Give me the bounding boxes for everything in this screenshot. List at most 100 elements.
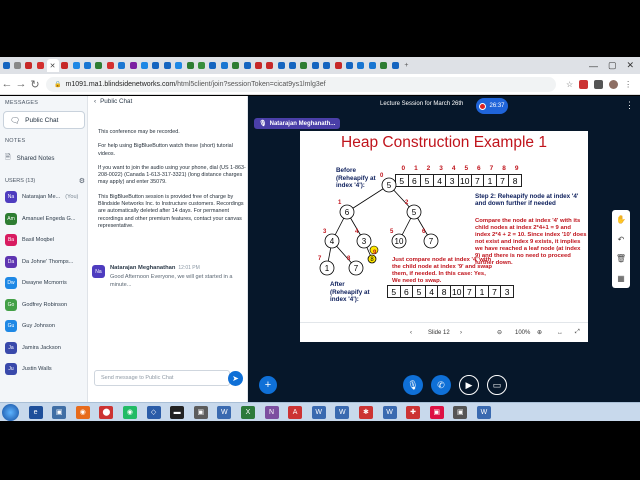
- recording-indicator[interactable]: 26:37: [476, 98, 508, 114]
- browser-tab[interactable]: [344, 59, 354, 72]
- slide-number[interactable]: Slide 12: [428, 330, 450, 336]
- browser-tab[interactable]: [139, 59, 149, 72]
- taskbar-app-icon[interactable]: ▬: [170, 405, 185, 419]
- back-icon[interactable]: ←: [0, 78, 14, 90]
- browser-tab[interactable]: [287, 59, 297, 72]
- browser-tab[interactable]: [208, 59, 218, 72]
- taskbar-app-icon[interactable]: ▣: [453, 405, 468, 419]
- user-list-item[interactable]: Go Godfrey Robinson: [5, 297, 87, 313]
- forward-icon[interactable]: →: [14, 78, 28, 90]
- share-screen-button[interactable]: ▭: [487, 375, 507, 395]
- browser-tab[interactable]: [265, 59, 275, 72]
- user-list-item[interactable]: Gu Guy Johnson: [5, 318, 87, 334]
- user-list-item[interactable]: Dw Dwayne Mcmorris: [5, 275, 87, 291]
- new-tab-button[interactable]: +: [401, 59, 411, 72]
- browser-tab[interactable]: [219, 59, 229, 72]
- user-list-item[interactable]: Ju Justin Walls: [5, 361, 87, 377]
- options-menu-icon[interactable]: ⋮: [625, 100, 634, 111]
- prev-slide-button[interactable]: ‹: [410, 330, 412, 336]
- taskbar-app-icon[interactable]: ✱: [358, 405, 373, 419]
- fit-width-button[interactable]: ↔: [557, 330, 563, 336]
- browser-tab[interactable]: [151, 59, 161, 72]
- browser-tab[interactable]: [242, 59, 252, 72]
- hand-tool-icon[interactable]: ✋: [616, 215, 626, 224]
- camera-button[interactable]: ▶: [459, 375, 479, 395]
- zoom-level[interactable]: 100%: [515, 330, 530, 336]
- trash-icon[interactable]: 🗑: [616, 254, 626, 263]
- browser-tab[interactable]: [356, 59, 366, 72]
- zoom-in-button[interactable]: ⊕: [537, 329, 542, 336]
- star-icon[interactable]: ☆: [566, 80, 573, 89]
- taskbar-app-icon[interactable]: W: [382, 405, 397, 419]
- start-button[interactable]: [2, 403, 19, 421]
- browser-tab[interactable]: [333, 59, 343, 72]
- taskbar-app-icon[interactable]: W: [217, 405, 232, 419]
- browser-tab[interactable]: [367, 59, 377, 72]
- chevron-left-icon[interactable]: ‹: [94, 98, 96, 105]
- shared-notes-item[interactable]: 🗎 Shared Notes: [5, 153, 54, 164]
- taskbar-app-icon[interactable]: W: [476, 405, 491, 419]
- taskbar-app-icon[interactable]: A: [288, 405, 303, 419]
- taskbar-app-icon[interactable]: ▣: [52, 405, 67, 419]
- close-window-button[interactable]: ✕: [626, 60, 634, 71]
- browser-tab[interactable]: [253, 59, 263, 72]
- send-button[interactable]: ➤: [228, 371, 243, 386]
- browser-tab[interactable]: [35, 59, 45, 72]
- taskbar-app-icon[interactable]: ◉: [75, 405, 90, 419]
- browser-tab[interactable]: [24, 59, 34, 72]
- settings-icon[interactable]: ⚙: [79, 177, 85, 185]
- maximize-window-button[interactable]: ▢: [608, 60, 617, 71]
- actions-button[interactable]: +: [259, 376, 277, 394]
- user-list-item[interactable]: Na Natarajan Me... (You): [5, 189, 87, 205]
- multi-user-icon[interactable]: ▦: [617, 274, 625, 283]
- extension-icon[interactable]: [594, 79, 604, 89]
- browser-tab[interactable]: [185, 59, 195, 72]
- url-field[interactable]: 🔒 m1091.ma1.blindsidenetworks.com /html5…: [46, 76, 556, 92]
- extension-icon[interactable]: [579, 79, 589, 89]
- zoom-out-button[interactable]: ⊖: [497, 329, 502, 336]
- taskbar-app-icon[interactable]: ◉: [122, 405, 137, 419]
- taskbar-app-icon[interactable]: ▣: [429, 405, 444, 419]
- browser-tab[interactable]: [105, 59, 115, 72]
- browser-tab[interactable]: [71, 59, 81, 72]
- browser-tab[interactable]: [322, 59, 332, 72]
- fullscreen-button[interactable]: ⤢: [575, 329, 580, 336]
- welcome-line[interactable]: For help using BigBlueButton watch these…: [98, 143, 246, 158]
- browser-tab[interactable]: [12, 59, 22, 72]
- taskbar-app-icon[interactable]: W: [311, 405, 326, 419]
- taskbar-app-icon[interactable]: N: [264, 405, 279, 419]
- browser-tab[interactable]: [299, 59, 309, 72]
- browser-tab[interactable]: [128, 59, 138, 72]
- reload-icon[interactable]: ↻: [28, 78, 42, 91]
- user-list-item[interactable]: Ba Basil Moqbel: [5, 232, 87, 248]
- chat-message-input[interactable]: Send message to Public Chat: [94, 370, 230, 386]
- browser-tab[interactable]: [390, 59, 400, 72]
- taskbar-app-icon[interactable]: ▣: [193, 405, 208, 419]
- taskbar-app-icon[interactable]: ✚: [406, 405, 421, 419]
- browser-tab[interactable]: [310, 59, 320, 72]
- user-list-item[interactable]: Ja Jamira Jackson: [5, 340, 87, 356]
- browser-tab[interactable]: [379, 59, 389, 72]
- browser-tab[interactable]: [1, 59, 11, 72]
- taskbar-app-icon[interactable]: X: [240, 405, 255, 419]
- browser-tab[interactable]: [82, 59, 92, 72]
- user-list-item[interactable]: Am Amanuel Engeda G...: [5, 211, 87, 227]
- leave-audio-button[interactable]: ✆: [431, 375, 451, 395]
- taskbar-app-icon[interactable]: e: [28, 405, 43, 419]
- browser-tab[interactable]: ✕: [46, 59, 59, 72]
- profile-avatar[interactable]: [609, 79, 619, 89]
- browser-tab[interactable]: [60, 59, 70, 72]
- taskbar-app-icon[interactable]: ⬤: [99, 405, 114, 419]
- browser-tab[interactable]: [117, 59, 127, 72]
- minimize-window-button[interactable]: —: [589, 61, 598, 71]
- browser-tab[interactable]: [94, 59, 104, 72]
- browser-tab[interactable]: [162, 59, 172, 72]
- microphone-button[interactable]: 🎙: [403, 375, 423, 395]
- taskbar-app-icon[interactable]: ◇: [146, 405, 161, 419]
- public-chat-item[interactable]: 🗨 Public Chat: [3, 111, 85, 129]
- browser-tab[interactable]: [230, 59, 240, 72]
- undo-icon[interactable]: ↶: [618, 235, 625, 244]
- menu-icon[interactable]: ⋮: [624, 80, 632, 89]
- user-list-item[interactable]: Da Da Johne' Thomps...: [5, 254, 87, 270]
- chat-header[interactable]: ‹ Public Chat: [94, 98, 132, 105]
